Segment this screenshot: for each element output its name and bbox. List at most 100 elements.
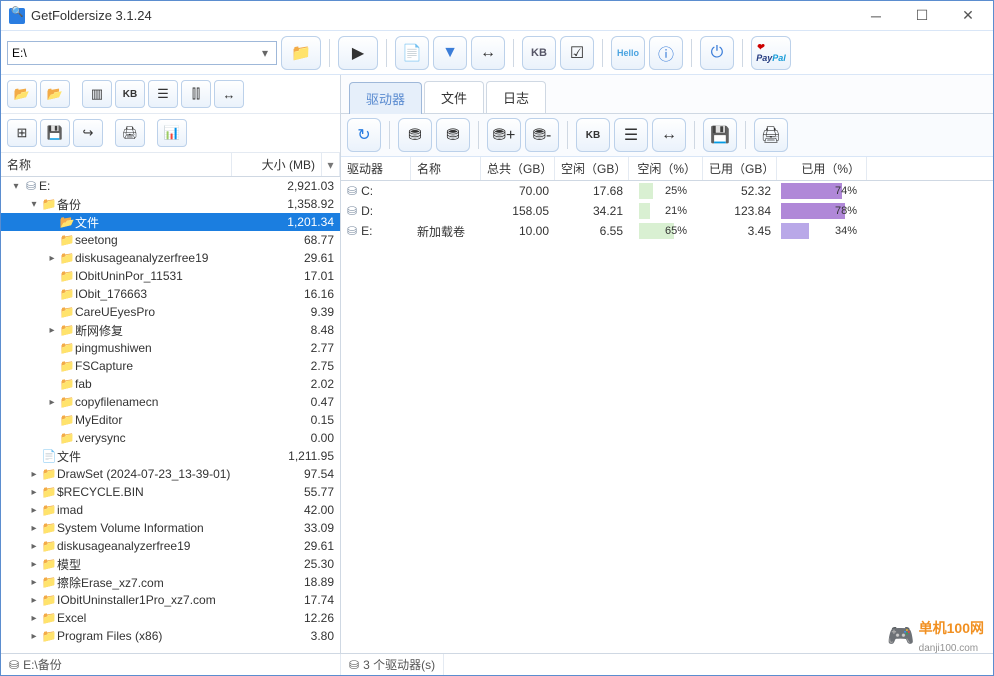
expand-arrow-icon[interactable]: ▸: [27, 631, 41, 642]
tree-row[interactable]: 📁.verysync0.00: [1, 429, 340, 447]
power-button[interactable]: ⏻: [700, 36, 734, 70]
new-button[interactable]: ⊞: [7, 119, 37, 147]
tab-log[interactable]: 日志: [486, 81, 546, 113]
expand-arrow-icon[interactable]: ▸: [27, 613, 41, 624]
expand-arrow-icon[interactable]: ▾: [9, 181, 23, 192]
kb-unit-button[interactable]: KB: [522, 36, 556, 70]
tree-row[interactable]: 📂文件1,201.34: [1, 213, 340, 231]
tree-row[interactable]: ▸📁imad42.00: [1, 501, 340, 519]
path-input[interactable]: [12, 46, 258, 60]
list-right-button[interactable]: ☰: [614, 118, 648, 152]
expand-arrow-icon[interactable]: ▸: [45, 253, 59, 264]
browse-folder-button[interactable]: 📁: [281, 36, 321, 70]
column-size-header[interactable]: 大小 (MB): [232, 153, 322, 176]
drive-row[interactable]: ⛁D:158.0534.2121%123.8478%: [341, 201, 993, 221]
tree-row[interactable]: 📁seetong68.77: [1, 231, 340, 249]
tree-row[interactable]: 📁IObitUninPor_1153117.01: [1, 267, 340, 285]
maximize-button[interactable]: ☐: [899, 2, 945, 30]
header-used[interactable]: 已用（GB）: [703, 157, 777, 180]
column-name-header[interactable]: 名称: [1, 153, 232, 176]
header-drive[interactable]: 驱动器: [341, 157, 411, 180]
tree-row[interactable]: ▸📁diskusageanalyzerfree1929.61: [1, 249, 340, 267]
tree-row[interactable]: ▸📁$RECYCLE.BIN55.77: [1, 483, 340, 501]
save-button[interactable]: 💾: [703, 118, 737, 152]
width-button[interactable]: ↔: [214, 80, 244, 108]
tree-row[interactable]: ▾📁备份1,358.92: [1, 195, 340, 213]
expand-arrow-icon[interactable]: ▸: [27, 559, 41, 570]
tree-item-size: 68.77: [250, 233, 336, 247]
columns2-button[interactable]: ⫿⫿: [181, 80, 211, 108]
expand-arrow-icon[interactable]: ▸: [45, 397, 59, 408]
tree-row[interactable]: ▸📁copyfilenamecn0.47: [1, 393, 340, 411]
expand-arrow-icon[interactable]: ▸: [27, 523, 41, 534]
tree-row[interactable]: 📁CareUEyesPro9.39: [1, 303, 340, 321]
column-dropdown[interactable]: ▾: [322, 153, 340, 176]
expand-arrow-icon[interactable]: ▸: [45, 325, 59, 336]
folder-up-button[interactable]: 📂: [7, 80, 37, 108]
tree-row[interactable]: ▸📁断网修复8.48: [1, 321, 340, 339]
tree-row[interactable]: ▸📁IObitUninstaller1Pro_xz7.com17.74: [1, 591, 340, 609]
remove-drive-button[interactable]: ⛃-: [525, 118, 559, 152]
header-free[interactable]: 空闲（GB）: [555, 157, 629, 180]
expand-arrow-icon[interactable]: ▸: [27, 469, 41, 480]
tree-row[interactable]: 📁MyEditor0.15: [1, 411, 340, 429]
path-combobox[interactable]: ▾: [7, 41, 277, 65]
toolbar-separator: [742, 39, 743, 67]
kb-button-right[interactable]: KB: [576, 118, 610, 152]
tree-row[interactable]: 📁FSCapture2.75: [1, 357, 340, 375]
paypal-button[interactable]: ❤PayPal: [751, 36, 791, 70]
header-total[interactable]: 总共（GB）: [481, 157, 555, 180]
tree-row[interactable]: ▸📁System Volume Information33.09: [1, 519, 340, 537]
print-right-button[interactable]: 🖨: [754, 118, 788, 152]
drive-row[interactable]: ⛁C:70.0017.6825%52.3274%: [341, 181, 993, 201]
tree-row[interactable]: ▸📁diskusageanalyzerfree1929.61: [1, 537, 340, 555]
hello-button[interactable]: Hello: [611, 36, 645, 70]
folder-tree[interactable]: ▾⛁E:2,921.03▾📁备份1,358.92📂文件1,201.34📁seet…: [1, 177, 340, 653]
expand-arrow-icon[interactable]: ▸: [27, 577, 41, 588]
tree-row[interactable]: ▸📁DrawSet (2024-07-23_13-39-01)97.54: [1, 465, 340, 483]
expand-button[interactable]: ↔: [471, 36, 505, 70]
tab-drives[interactable]: 驱动器: [349, 82, 422, 114]
expand-arrow-icon[interactable]: ▸: [27, 487, 41, 498]
tree-row[interactable]: ▸📁擦除Erase_xz7.com18.89: [1, 573, 340, 591]
export-button[interactable]: ↪: [73, 119, 103, 147]
filter-button[interactable]: ▼: [433, 36, 467, 70]
drive-filter2-button[interactable]: ⛃: [436, 118, 470, 152]
tree-row[interactable]: ▸📁模型25.30: [1, 555, 340, 573]
header-name[interactable]: 名称: [411, 157, 481, 180]
add-drive-button[interactable]: ⛃+: [487, 118, 521, 152]
drive-filter1-button[interactable]: ⛃: [398, 118, 432, 152]
copy-button[interactable]: 📄: [395, 36, 429, 70]
expand-arrow-icon[interactable]: ▾: [27, 199, 41, 210]
chart-button[interactable]: 📊: [157, 119, 187, 147]
close-button[interactable]: ✕: [945, 2, 991, 30]
options-button[interactable]: ☑: [560, 36, 594, 70]
minimize-button[interactable]: ─: [853, 2, 899, 30]
save-view-button[interactable]: 💾: [40, 119, 70, 147]
refresh-button[interactable]: ↻: [347, 118, 381, 152]
columns-button[interactable]: ▥: [82, 80, 112, 108]
drive-list[interactable]: ⛁C:70.0017.6825%52.3274%⛁D:158.0534.2121…: [341, 181, 993, 653]
tree-row[interactable]: 📁pingmushiwen2.77: [1, 339, 340, 357]
header-used-pct[interactable]: 已用（%）: [777, 157, 867, 180]
drive-row[interactable]: ⛁E:新加载卷10.006.5565%3.4534%: [341, 221, 993, 241]
kb-button[interactable]: KB: [115, 80, 145, 108]
width-right-button[interactable]: ↔: [652, 118, 686, 152]
tab-files[interactable]: 文件: [424, 81, 484, 113]
expand-arrow-icon[interactable]: ▸: [27, 505, 41, 516]
tree-row[interactable]: ▾⛁E:2,921.03: [1, 177, 340, 195]
header-free-pct[interactable]: 空闲（%）: [629, 157, 703, 180]
expand-arrow-icon[interactable]: ▸: [27, 595, 41, 606]
folder-open-button[interactable]: 📂: [40, 80, 70, 108]
tree-row[interactable]: 📁IObit_17666316.16: [1, 285, 340, 303]
tree-row[interactable]: 📁fab2.02: [1, 375, 340, 393]
chevron-down-icon[interactable]: ▾: [258, 46, 272, 60]
tree-row[interactable]: ▸📁Program Files (x86)3.80: [1, 627, 340, 645]
scan-button[interactable]: ▶: [338, 36, 378, 70]
expand-arrow-icon[interactable]: ▸: [27, 541, 41, 552]
print-button[interactable]: 🖨: [115, 119, 145, 147]
info-button[interactable]: ⓘ: [649, 36, 683, 70]
list-button[interactable]: ☰: [148, 80, 178, 108]
tree-row[interactable]: ▸📁Excel12.26: [1, 609, 340, 627]
tree-row[interactable]: 📄文件1,211.95: [1, 447, 340, 465]
